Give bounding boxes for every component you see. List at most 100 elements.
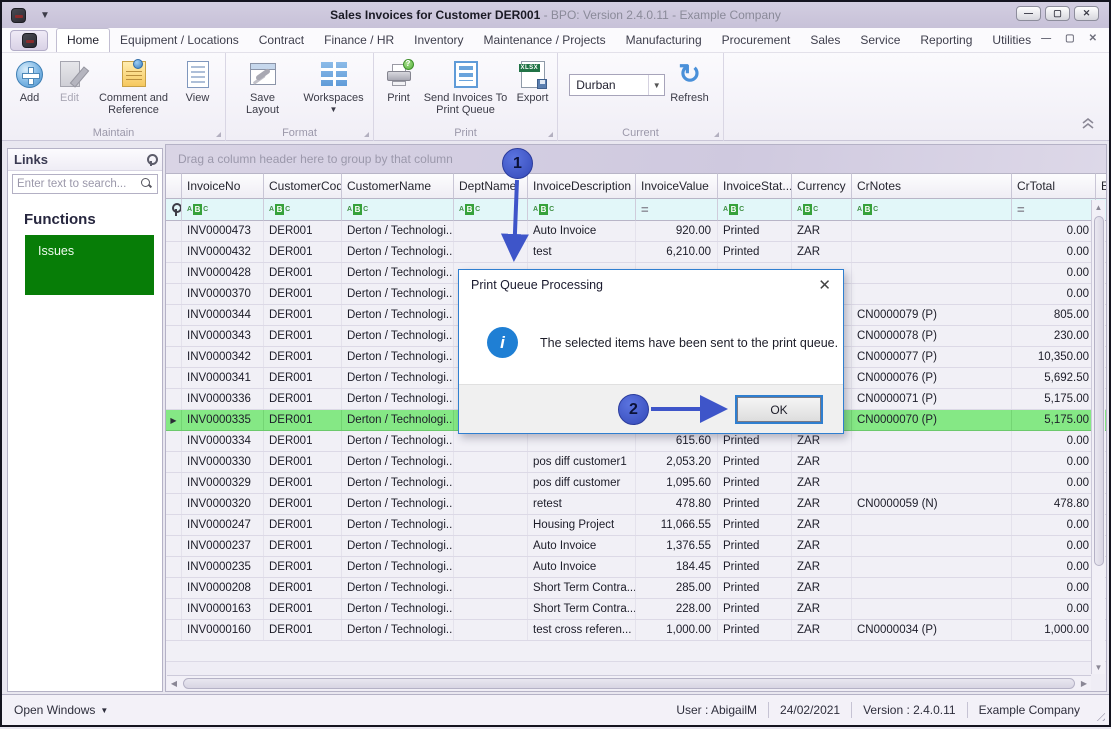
cell[interactable]: 0.00: [1012, 557, 1096, 577]
cell[interactable]: Printed: [718, 620, 792, 640]
column-header-customercode[interactable]: CustomerCode: [264, 173, 342, 199]
cell[interactable]: INV0000432: [182, 242, 264, 262]
chevron-down-icon[interactable]: ▼: [648, 75, 664, 95]
cell[interactable]: 184.45: [636, 557, 718, 577]
scroll-right-icon[interactable]: ▶: [1077, 676, 1091, 690]
resize-grip[interactable]: [1093, 709, 1105, 721]
workspaces-button[interactable]: Workspaces▼: [298, 56, 370, 117]
cell[interactable]: DER001: [264, 431, 342, 451]
cell[interactable]: 1,000.00: [1012, 620, 1096, 640]
search-input[interactable]: Enter text to search...: [12, 174, 158, 194]
vertical-scroll-thumb[interactable]: [1094, 216, 1104, 566]
column-header-currency[interactable]: Currency: [792, 173, 852, 199]
table-row[interactable]: INV0000163DER001Derton / Technologi...Sh…: [166, 599, 1106, 620]
cell[interactable]: DER001: [264, 599, 342, 619]
table-row[interactable]: INV0000237DER001Derton / Technologi...Au…: [166, 536, 1106, 557]
tab-manufacturing[interactable]: Manufacturing: [616, 29, 712, 52]
cell[interactable]: pos diff customer: [528, 473, 636, 493]
cell[interactable]: 1,376.55: [636, 536, 718, 556]
cell[interactable]: [528, 431, 636, 451]
cell[interactable]: CN0000079 (P): [852, 305, 1012, 325]
branch-select[interactable]: Durban▼: [569, 74, 665, 96]
close-icon[interactable]: ✕: [1089, 33, 1097, 44]
table-row[interactable]: INV0000473DER001Derton / Technologi...Au…: [166, 221, 1106, 242]
cell[interactable]: Derton / Technologi...: [342, 389, 454, 409]
cell[interactable]: ZAR: [792, 242, 852, 262]
cell[interactable]: 0.00: [1012, 431, 1096, 451]
cell[interactable]: DER001: [264, 242, 342, 262]
cell[interactable]: [852, 536, 1012, 556]
filter-cell-currency[interactable]: ABC: [792, 199, 852, 221]
cell[interactable]: Printed: [718, 452, 792, 472]
cell[interactable]: DER001: [264, 305, 342, 325]
cell[interactable]: ZAR: [792, 221, 852, 241]
column-header-customername[interactable]: CustomerName: [342, 173, 454, 199]
cell[interactable]: [454, 452, 528, 472]
scroll-down-icon[interactable]: ▼: [1092, 660, 1106, 674]
filter-cell-deptname[interactable]: ABC: [454, 199, 528, 221]
cell[interactable]: [454, 515, 528, 535]
cell[interactable]: Printed: [718, 494, 792, 514]
cell[interactable]: INV0000342: [182, 347, 264, 367]
filter-cell-customercode[interactable]: ABC: [264, 199, 342, 221]
filter-cell-crnotes[interactable]: ABC: [852, 199, 1012, 221]
cell[interactable]: 0.00: [1012, 284, 1096, 304]
cell[interactable]: CN0000071 (P): [852, 389, 1012, 409]
cell[interactable]: DER001: [264, 284, 342, 304]
cell[interactable]: ZAR: [792, 515, 852, 535]
cell[interactable]: [454, 494, 528, 514]
cell[interactable]: Printed: [718, 221, 792, 241]
table-row[interactable]: INV0000329DER001Derton / Technologi...po…: [166, 473, 1106, 494]
cell[interactable]: test: [528, 242, 636, 262]
scroll-left-icon[interactable]: ◀: [167, 676, 181, 690]
cell[interactable]: INV0000247: [182, 515, 264, 535]
sidebar-item-issues[interactable]: Issues: [25, 235, 154, 295]
column-header-crnotes[interactable]: CrNotes: [852, 173, 1012, 199]
horizontal-scrollbar[interactable]: ◀ ▶: [167, 675, 1091, 690]
column-header-invoiceno[interactable]: InvoiceNo: [182, 173, 264, 199]
tab-inventory[interactable]: Inventory: [404, 29, 473, 52]
filter-cell-invoicestat[interactable]: ABC: [718, 199, 792, 221]
cell[interactable]: CN0000059 (N): [852, 494, 1012, 514]
cell[interactable]: INV0000320: [182, 494, 264, 514]
cell[interactable]: Printed: [718, 242, 792, 262]
cell[interactable]: ZAR: [792, 473, 852, 493]
cell[interactable]: [852, 599, 1012, 619]
cell[interactable]: ZAR: [792, 578, 852, 598]
cell[interactable]: Derton / Technologi...: [342, 347, 454, 367]
cell[interactable]: INV0000473: [182, 221, 264, 241]
cell[interactable]: ZAR: [792, 452, 852, 472]
cell[interactable]: ZAR: [792, 494, 852, 514]
cell[interactable]: [454, 431, 528, 451]
cell[interactable]: 0.00: [1012, 578, 1096, 598]
column-header-exc[interactable]: Exc: [1096, 173, 1107, 199]
table-row[interactable]: INV0000235DER001Derton / Technologi...Au…: [166, 557, 1106, 578]
cell[interactable]: 805.00: [1012, 305, 1096, 325]
search-icon[interactable]: [141, 178, 153, 190]
cell[interactable]: [852, 515, 1012, 535]
cell[interactable]: DER001: [264, 326, 342, 346]
cell[interactable]: test cross referen...: [528, 620, 636, 640]
cell[interactable]: ZAR: [792, 557, 852, 577]
cell[interactable]: Printed: [718, 431, 792, 451]
cell[interactable]: CN0000070 (P): [852, 410, 1012, 430]
table-row[interactable]: INV0000160DER001Derton / Technologi...te…: [166, 620, 1106, 641]
quick-access-caret-icon[interactable]: ▼: [40, 10, 50, 21]
cell[interactable]: 6,210.00: [636, 242, 718, 262]
cell[interactable]: INV0000163: [182, 599, 264, 619]
cell[interactable]: [454, 473, 528, 493]
maximize-icon[interactable]: ▢: [1065, 33, 1074, 44]
cell[interactable]: Printed: [718, 473, 792, 493]
cell[interactable]: INV0000235: [182, 557, 264, 577]
cell[interactable]: Derton / Technologi...: [342, 515, 454, 535]
cell[interactable]: INV0000335: [182, 410, 264, 430]
cell[interactable]: 615.60: [636, 431, 718, 451]
cell[interactable]: 228.00: [636, 599, 718, 619]
cell[interactable]: DER001: [264, 557, 342, 577]
cell[interactable]: 5,175.00: [1012, 389, 1096, 409]
cell[interactable]: Printed: [718, 536, 792, 556]
cell[interactable]: DER001: [264, 389, 342, 409]
table-row[interactable]: INV0000330DER001Derton / Technologi...po…: [166, 452, 1106, 473]
cell[interactable]: [454, 557, 528, 577]
ok-button[interactable]: OK: [737, 397, 821, 422]
